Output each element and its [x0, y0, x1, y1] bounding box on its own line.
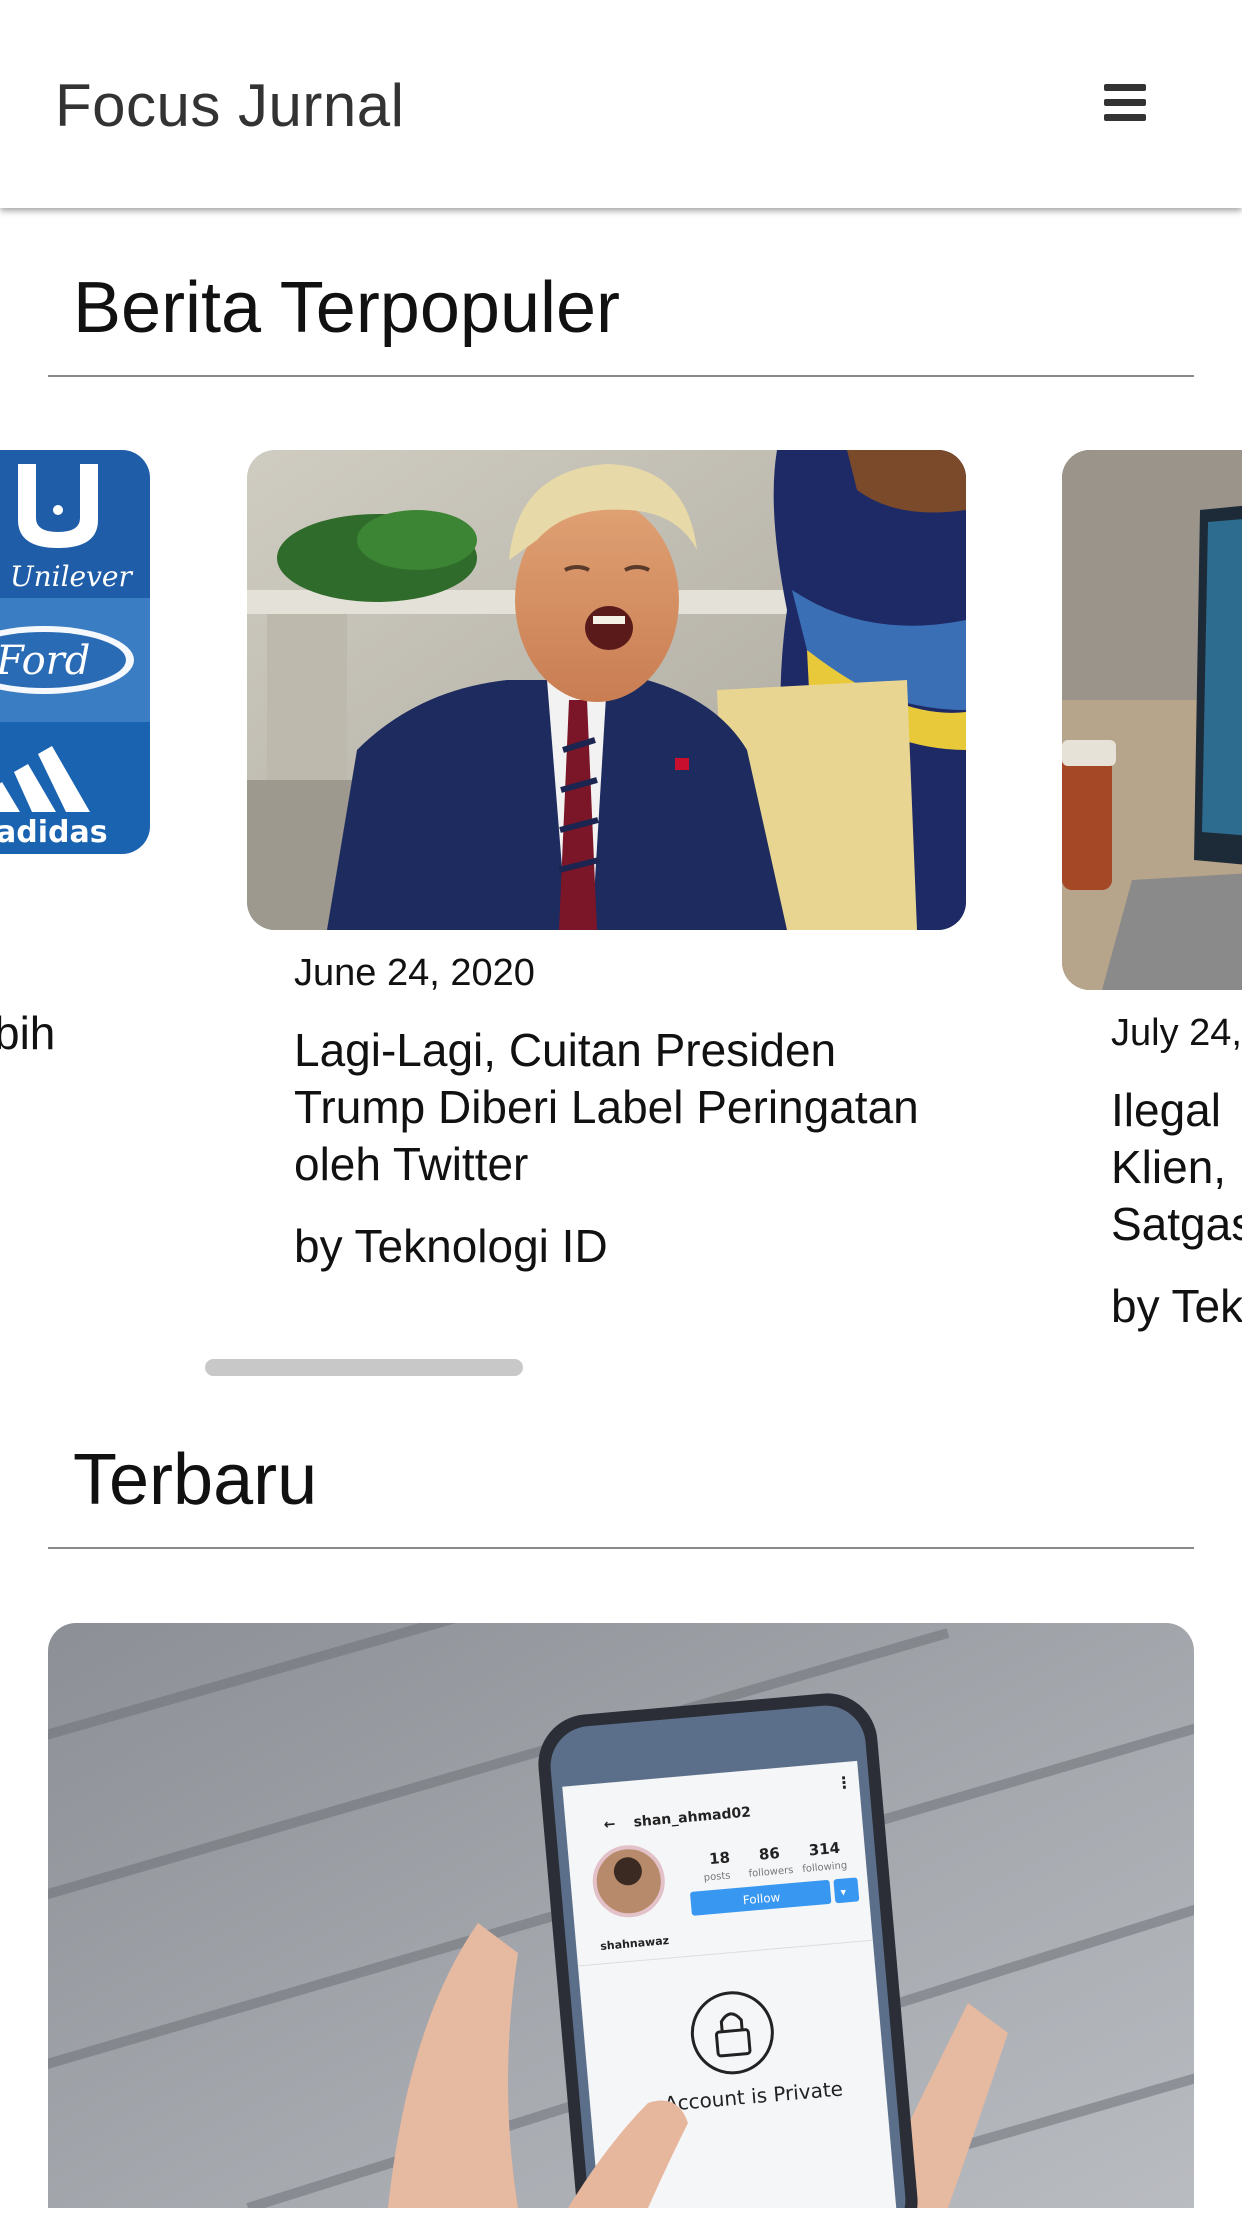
section-divider	[48, 1547, 1194, 1549]
card-date: July 24,	[1111, 1012, 1242, 1054]
app-title[interactable]: Focus Jurnal	[55, 66, 404, 146]
app-bar: Focus Jurnal	[0, 0, 1242, 208]
posts-label: posts	[703, 1870, 731, 1883]
posts-count: 18	[708, 1848, 730, 1868]
latest-card-image[interactable]: ← shan_ahmad02 ⋮ 18 posts 86 followers 3…	[48, 1623, 1194, 2223]
svg-text:Unilever: Unilever	[10, 560, 134, 593]
brand-logos-image: Unilever Ford adidas	[0, 450, 150, 854]
svg-text:⋮: ⋮	[835, 1772, 853, 1792]
card-image-trump[interactable]	[247, 450, 966, 930]
card-author: by Tek	[1111, 1280, 1242, 1332]
section-title-latest: Terbaru	[73, 1440, 318, 1520]
card-image-laptop[interactable]	[1062, 450, 1242, 990]
followers-count: 86	[758, 1844, 780, 1864]
card-author: by Teknologi ID	[294, 1220, 608, 1272]
news-photo	[247, 450, 966, 930]
svg-text:←: ←	[603, 1816, 616, 1833]
svg-text:Ford: Ford	[0, 638, 90, 684]
following-count: 314	[808, 1839, 841, 1860]
laptop-photo	[1062, 450, 1242, 990]
card-title-line: Ilegal	[1111, 1084, 1221, 1136]
card-title-fragment[interactable]: bih	[0, 1005, 55, 1062]
card-title[interactable]: Lagi-Lagi, Cuitan Presiden Trump Diberi …	[294, 1022, 954, 1193]
card-title[interactable]: Ilegal Klien, Satgas	[1111, 1082, 1242, 1253]
card-title-line: Satgas	[1111, 1198, 1242, 1250]
section-title-popular: Berita Terpopuler	[73, 268, 620, 348]
card-title-line: Klien,	[1111, 1141, 1227, 1193]
card-date: June 24, 2020	[294, 952, 535, 994]
card-image-brands[interactable]: Unilever Ford adidas	[0, 450, 150, 854]
carousel-scrollbar[interactable]	[205, 1359, 523, 1376]
hamburger-menu-icon[interactable]	[1100, 78, 1150, 128]
svg-text:adidas: adidas	[0, 815, 108, 850]
section-divider	[48, 375, 1194, 377]
phone-photo: ← shan_ahmad02 ⋮ 18 posts 86 followers 3…	[48, 1623, 1194, 2223]
